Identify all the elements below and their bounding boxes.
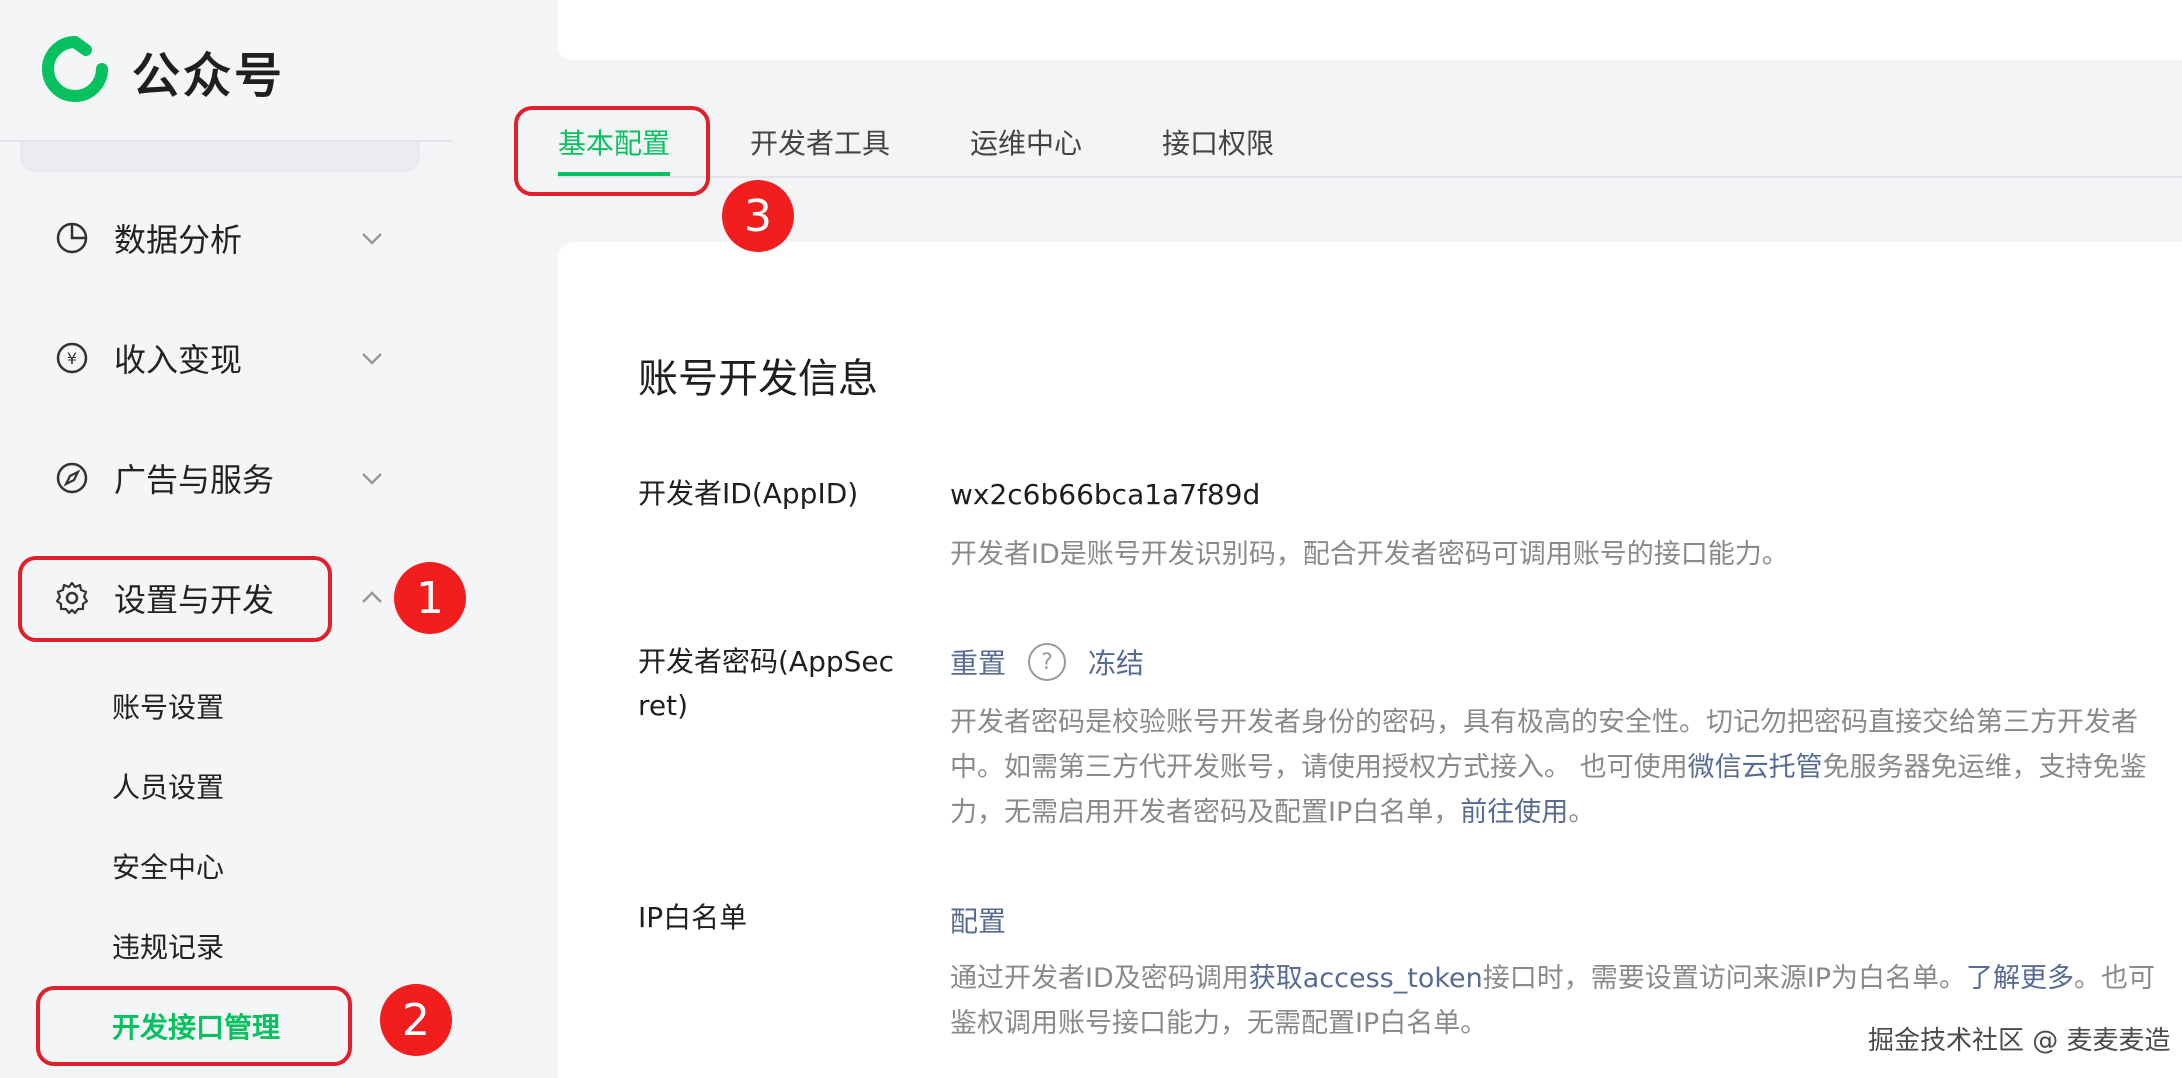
nav-item-data-analysis[interactable]: 数据分析: [52, 208, 392, 268]
pie-chart-icon: [52, 218, 92, 258]
annotation-badge-1: 1: [394, 562, 466, 634]
appsecret-label: 开发者密码(AppSec ret): [638, 640, 894, 728]
nav-item-revenue[interactable]: ¥ 收入变现: [52, 328, 392, 388]
appsecret-label-line1: 开发者密码(AppSec: [638, 645, 895, 678]
freeze-secret-link[interactable]: 冻结: [1088, 642, 1144, 682]
sub-item-account-settings[interactable]: 账号设置: [112, 686, 224, 726]
tab-api-permissions[interactable]: 接口权限: [1162, 122, 1274, 162]
ip-whitelist-actions: 配置: [950, 900, 1006, 940]
tab-ops-center[interactable]: 运维中心: [970, 122, 1082, 162]
section-title: 账号开发信息: [638, 356, 878, 402]
help-icon[interactable]: ?: [1028, 643, 1067, 681]
annotation-highlight-dev-interface: [36, 986, 352, 1066]
wechat-official-logo-icon: [42, 36, 108, 106]
annotation-highlight-settings: [18, 556, 332, 642]
desc-text: 。: [1568, 797, 1596, 828]
annotation-highlight-basic-config: [514, 106, 710, 196]
yen-coin-icon: ¥: [52, 338, 92, 378]
desc-text: 中。如需第三方代开发账号，请使用授权方式接入。 也可使用: [950, 752, 1688, 783]
tab-developer-tools[interactable]: 开发者工具: [750, 122, 890, 162]
sub-item-security-center[interactable]: 安全中心: [112, 846, 224, 886]
top-header-card: [558, 0, 2182, 60]
appsecret-label-line2: ret): [638, 689, 689, 722]
annotation-badge-3: 3: [722, 180, 794, 252]
chevron-up-icon[interactable]: [352, 578, 392, 618]
appsecret-desc-line3: 力，无需启用开发者密码及配置IP白名单，前往使用。: [950, 790, 2147, 835]
sub-item-violation-records[interactable]: 违规记录: [112, 926, 224, 966]
ip-desc-line1: 通过开发者ID及密码调用获取access_token接口时，需要设置访问来源IP…: [950, 956, 2155, 1001]
search-box[interactable]: [20, 142, 420, 172]
desc-text: 接口时，需要设置访问来源IP为白名单。: [1482, 963, 1966, 994]
appsecret-desc: 开发者密码是校验账号开发者身份的密码，具有极高的安全性。切记勿把密码直接交给第三…: [950, 700, 2147, 835]
appid-desc: 开发者ID是账号开发识别码，配合开发者密码可调用账号的接口能力。: [950, 539, 1789, 570]
chevron-down-icon[interactable]: [352, 218, 392, 258]
go-use-link[interactable]: 前往使用: [1460, 797, 1568, 828]
sidebar: 公众号 数据分析 ¥ 收入变现 广告与服务 设置与开发 账号设置 人员设置 安全…: [0, 0, 558, 1078]
brand[interactable]: 公众号: [42, 36, 285, 106]
sub-item-member-settings[interactable]: 人员设置: [112, 766, 224, 806]
watermark: 掘金技术社区 @ 麦麦麦造: [1868, 1026, 2171, 1056]
learn-more-link[interactable]: 了解更多: [1966, 963, 2074, 994]
desc-text: 通过开发者ID及密码调用: [950, 963, 1249, 994]
chevron-down-icon[interactable]: [352, 458, 392, 498]
svg-text:¥: ¥: [67, 349, 77, 368]
reset-secret-link[interactable]: 重置: [950, 642, 1006, 682]
appsecret-desc-line2: 中。如需第三方代开发账号，请使用授权方式接入。 也可使用微信云托管免服务器免运维…: [950, 745, 2147, 790]
chevron-down-icon[interactable]: [352, 338, 392, 378]
nav-label: 广告与服务: [114, 461, 275, 499]
brand-title: 公众号: [132, 48, 286, 104]
get-access-token-link[interactable]: 获取access_token: [1249, 963, 1483, 994]
annotation-badge-2: 2: [380, 984, 452, 1056]
configure-ip-link[interactable]: 配置: [950, 900, 1006, 940]
wechat-cloud-hosting-link[interactable]: 微信云托管: [1688, 752, 1823, 783]
desc-text: 。也可: [2074, 963, 2155, 994]
appid-value: wx2c6b66bca1a7f89d: [950, 478, 1261, 511]
desc-text: 力，无需启用开发者密码及配置IP白名单，: [950, 797, 1461, 828]
ip-whitelist-label: IP白名单: [638, 901, 748, 934]
nav-item-ads-services[interactable]: 广告与服务: [52, 448, 392, 508]
desc-text: 免服务器免运维，支持免鉴: [1822, 752, 2147, 783]
appsecret-desc-line1: 开发者密码是校验账号开发者身份的密码，具有极高的安全性。切记勿把密码直接交给第三…: [950, 707, 2138, 738]
compass-icon: [52, 458, 92, 498]
appsecret-actions: 重置 ? 冻结: [950, 642, 1144, 682]
nav-label: 收入变现: [114, 341, 243, 379]
appid-label: 开发者ID(AppID): [638, 477, 859, 510]
nav-label: 数据分析: [114, 221, 243, 259]
